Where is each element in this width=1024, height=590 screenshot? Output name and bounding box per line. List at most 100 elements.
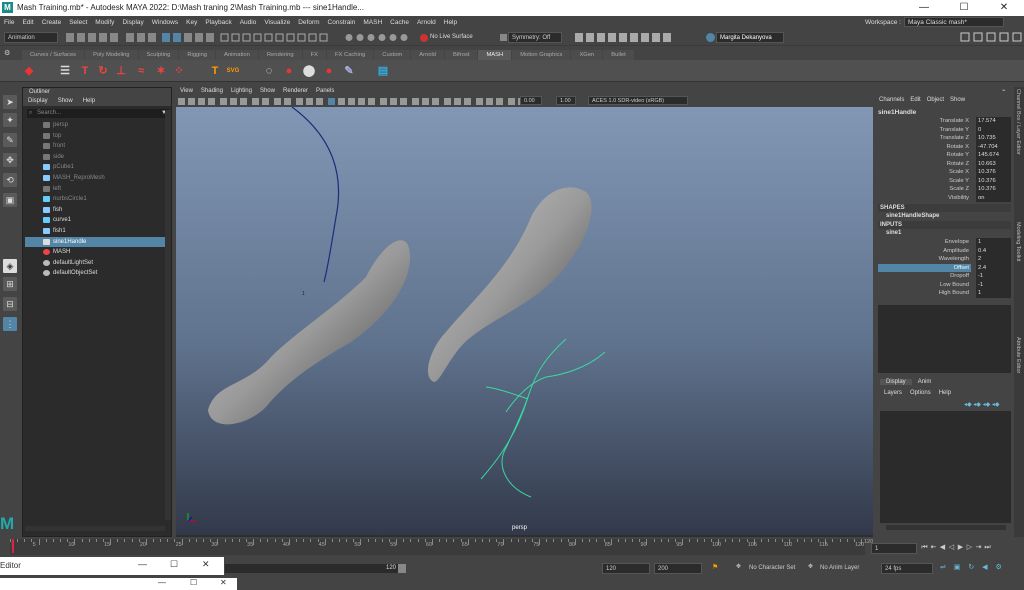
floating-close-button[interactable]: ✕ — [202, 559, 210, 570]
channel-row[interactable]: Dropoff -1 — [876, 272, 1013, 281]
side-tab[interactable]: Modeling Toolkit — [1015, 222, 1021, 261]
menu-playback[interactable]: Playback — [201, 16, 235, 29]
shelf-tab-arnold[interactable]: Arnold — [411, 50, 445, 60]
channel-value-field[interactable]: 10.376 — [976, 176, 1011, 185]
drop-icon[interactable]: ⊥ — [114, 64, 128, 78]
shelf-tab-bullet[interactable]: Bullet — [603, 50, 634, 60]
menu-constrain[interactable]: Constrain — [324, 16, 360, 29]
outliner-item[interactable]: persp — [25, 120, 165, 130]
rotate-tool-icon[interactable]: ⟲ — [3, 173, 17, 187]
live-surface-field[interactable]: No Live Surface — [430, 32, 494, 43]
select-tool-icon[interactable]: ➤ — [3, 95, 17, 109]
viewport-menu-show[interactable]: Show — [256, 87, 279, 96]
play-forward-icon[interactable]: ▶ — [956, 543, 965, 551]
refresh-icon[interactable]: ↻ — [96, 64, 110, 78]
channel-value-field[interactable]: 145.674 — [976, 151, 1011, 160]
side-tab[interactable]: Attribute Editor — [1015, 337, 1021, 373]
layout-toggle-icons[interactable] — [960, 32, 1022, 43]
shape-node-name[interactable]: sine1HandleShape — [878, 212, 1011, 220]
near-clip-field[interactable]: 0.00 — [520, 96, 542, 105]
blend-icon[interactable]: ✶ — [154, 64, 168, 78]
outliner-layout-icon[interactable]: ⋮ — [3, 317, 17, 331]
channel-value-field[interactable]: 17.574 — [976, 117, 1011, 126]
outliner-item[interactable]: front — [25, 141, 165, 151]
shelf-tab-bifrost[interactable]: Bifrost — [445, 50, 478, 60]
viewport-menu-renderer[interactable]: Renderer — [279, 87, 312, 96]
menu-key[interactable]: Key — [182, 16, 201, 29]
input-node-name[interactable]: sine1 — [878, 229, 1011, 237]
floating2-close-button[interactable]: ✕ — [220, 578, 227, 587]
shelf-tab-fx-caching[interactable]: FX Caching — [326, 50, 374, 60]
outliner-menu-display[interactable]: Display — [23, 98, 53, 104]
shelf-tab-sculpting[interactable]: Sculpting — [138, 50, 179, 60]
layer-tab-display[interactable]: Display — [880, 379, 912, 385]
sculpt-icons[interactable] — [575, 33, 685, 42]
layer-tab-anim[interactable]: Anim — [912, 379, 938, 385]
play-back-icon[interactable]: ◁ — [947, 543, 956, 551]
layer-create-icons[interactable]: ◂◆ ◂◆ ◂◆ ◂◆ — [964, 401, 1000, 408]
user-account-dropdown[interactable]: Margita Dekanyova — [716, 32, 784, 43]
menu-modify[interactable]: Modify — [91, 16, 118, 29]
close-button[interactable]: ✕ — [984, 0, 1024, 16]
paint-icon[interactable]: ✎ — [342, 64, 356, 78]
lasso-tool-icon[interactable]: ✦ — [3, 113, 17, 127]
channel-row[interactable]: Translate Z 10.735 — [876, 134, 1013, 143]
menu-edit[interactable]: Edit — [18, 16, 37, 29]
channel-value-field[interactable]: -1 — [976, 280, 1011, 289]
channel-row[interactable]: Amplitude 0.4 — [876, 246, 1013, 255]
channel-row[interactable]: High Bound 1 — [876, 289, 1013, 298]
shelf-tab-mash[interactable]: MASH — [478, 50, 512, 60]
channel-value-field[interactable]: 0 — [976, 125, 1011, 134]
menu-windows[interactable]: Windows — [148, 16, 182, 29]
channel-row[interactable]: Envelope 1 — [876, 238, 1013, 247]
step-forward-icon[interactable]: ▷ — [965, 543, 974, 551]
fps-dropdown[interactable]: 24 fps — [881, 563, 933, 574]
range-handle[interactable] — [398, 564, 406, 573]
outliner-item[interactable]: fish — [25, 205, 165, 215]
floating-maximize-button[interactable]: ☐ — [170, 559, 178, 570]
outliner-item[interactable]: top — [25, 131, 165, 141]
text-icon[interactable]: T — [78, 64, 92, 78]
shelf-tab-custom[interactable]: Custom — [374, 50, 411, 60]
menu-file[interactable]: File — [0, 16, 18, 29]
current-frame-field[interactable]: 1 — [871, 543, 917, 554]
type-icon[interactable]: T — [208, 64, 222, 78]
script-icon[interactable]: ▤ — [376, 64, 390, 78]
sphere-icon[interactable]: ⬤ — [302, 64, 316, 78]
render-icons[interactable] — [345, 33, 415, 42]
outliner-item[interactable]: curve1 — [25, 215, 165, 225]
channel-row[interactable]: Scale Y 10.376 — [876, 176, 1013, 185]
anim-layer-dropdown[interactable]: No Anim Layer — [817, 563, 875, 574]
floating2-maximize-button[interactable]: ☐ — [190, 578, 197, 587]
outliner-item[interactable]: nurbsCircle1 — [25, 194, 165, 204]
workspace-dropdown[interactable]: Maya Classic mash* — [904, 17, 1004, 28]
outliner-menu-show[interactable]: Show — [53, 98, 78, 104]
viewport-menu-view[interactable]: View — [176, 87, 197, 96]
channel-value-field[interactable]: 10.735 — [976, 134, 1011, 143]
menu-set-dropdown[interactable]: Animation — [4, 32, 58, 43]
layer-hscrollbar[interactable] — [886, 525, 1006, 530]
menu-create[interactable]: Create — [38, 16, 66, 29]
menu-select[interactable]: Select — [65, 16, 91, 29]
menu-help[interactable]: Help — [440, 16, 461, 29]
viewport-menu-panels[interactable]: Panels — [312, 87, 338, 96]
layer-menu-layers[interactable]: Layers — [880, 390, 906, 396]
time-slider-track[interactable]: 1510152025303540455055606570758085909510… — [10, 539, 865, 555]
step-back-icon[interactable]: ◀ — [938, 543, 947, 551]
menu-mash[interactable]: MASH — [359, 16, 386, 29]
playhead[interactable] — [12, 539, 14, 553]
channel-row[interactable]: Visibility on — [876, 193, 1013, 202]
menu-display[interactable]: Display — [118, 16, 147, 29]
shelf-tab-rendering[interactable]: Rendering — [258, 50, 302, 60]
layer-menu-help[interactable]: Help — [935, 390, 955, 396]
channel-value-field[interactable]: 1 — [976, 238, 1011, 247]
shelf-tab-animation[interactable]: Animation — [216, 50, 258, 60]
shelf-settings-icon[interactable]: ⚙ — [4, 49, 16, 59]
go-to-end-icon[interactable]: ⏭ — [983, 544, 992, 552]
channel-row[interactable]: Scale Z 10.376 — [876, 185, 1013, 194]
outliner-search-input[interactable]: Search... — [27, 109, 169, 118]
channel-row[interactable]: Translate X 17.574 — [876, 117, 1013, 126]
paint-select-icon[interactable]: ✎ — [3, 133, 17, 147]
floating2-minimize-button[interactable]: — — [158, 578, 166, 587]
menu-arnold[interactable]: Arnold — [413, 16, 440, 29]
